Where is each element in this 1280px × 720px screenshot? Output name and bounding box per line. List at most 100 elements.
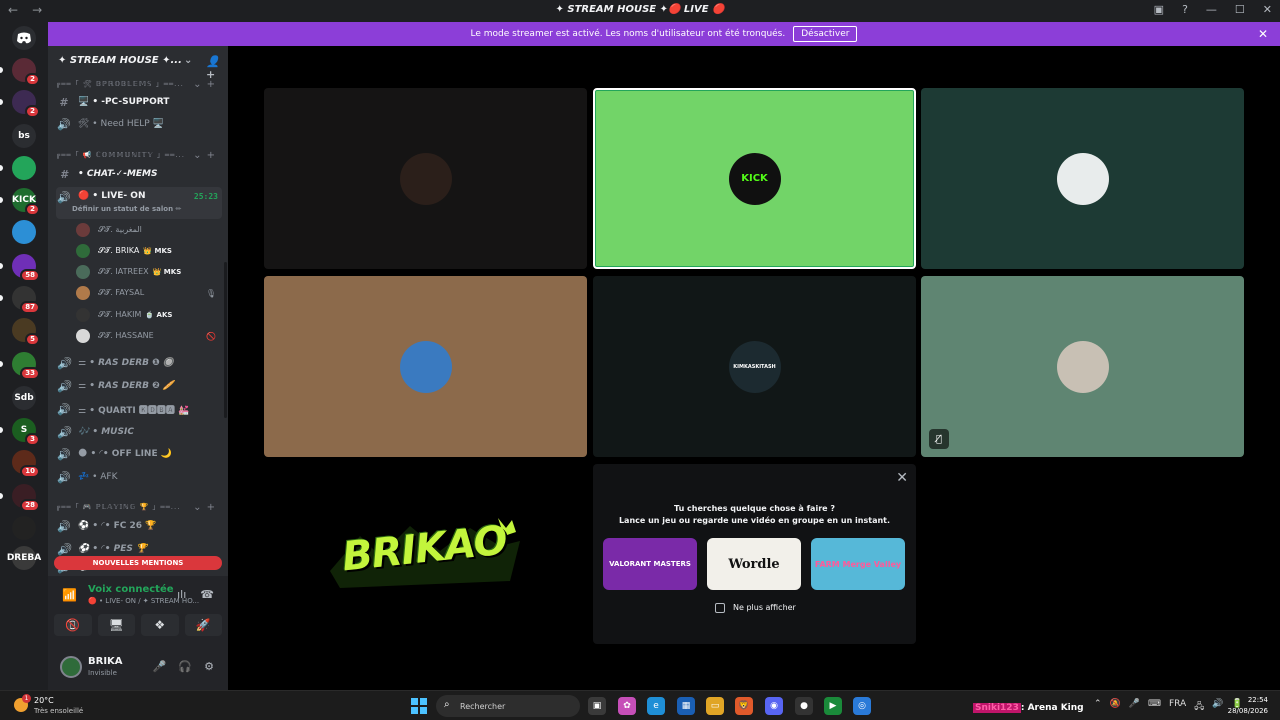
notifications-off-icon[interactable]: 🔕 xyxy=(1110,699,1121,715)
participant-tile[interactable]: KIMKASKITASH xyxy=(593,276,916,457)
participant-tile[interactable] xyxy=(264,276,587,457)
help-icon[interactable]: ? xyxy=(1182,3,1188,16)
voice-channel-live-on[interactable]: 🔊 🔴 • LIVE- ON 25:23 Définir un statut de… xyxy=(56,187,222,219)
voice-connected-status[interactable]: Voix connectée xyxy=(88,584,174,595)
server-icon[interactable]: 58 xyxy=(12,254,40,282)
voice-user[interactable]: 𝓢𝓣. IATREEX 👑 MKS xyxy=(76,262,222,282)
server-icon[interactable]: Sdb xyxy=(12,386,36,410)
share-screen-button[interactable]: 🖥 xyxy=(97,614,135,636)
tray-overflow-icon[interactable]: ⌃ xyxy=(1094,699,1102,715)
taskbar-app-icon[interactable]: ▭ xyxy=(706,697,724,715)
set-channel-status-link[interactable]: Définir un statut de salon ✏ xyxy=(72,205,181,213)
participant-tile[interactable]: KICK xyxy=(593,88,916,269)
soundboard-button[interactable]: 🚀 xyxy=(184,614,222,636)
server-icon[interactable]: DREBA xyxy=(7,546,41,570)
server-icon[interactable]: 5 xyxy=(12,318,40,346)
taskbar-app-icon[interactable]: ▶ xyxy=(824,697,842,715)
participant-tile[interactable] xyxy=(921,88,1244,269)
server-icon[interactable] xyxy=(12,516,36,540)
language-indicator[interactable]: FRA xyxy=(1169,699,1186,715)
noise-suppression-icon[interactable]: ılı xyxy=(177,588,186,601)
keyboard-icon[interactable]: ⌨ xyxy=(1148,699,1161,715)
taskbar-app-icon[interactable]: 🦁 xyxy=(735,697,753,715)
voice-channel-need-help[interactable]: 🔊 🛠 • Need HELP 🖥️ xyxy=(56,114,222,134)
disconnect-icon[interactable]: ☎ xyxy=(200,588,214,601)
taskbar-app-icon[interactable]: ▣ xyxy=(588,697,606,715)
taskbar-app-icon[interactable]: e xyxy=(647,697,665,715)
voice-user[interactable]: 𝓢𝓣. BRIKA 👑 MKS xyxy=(76,241,222,261)
voice-channel-off-line[interactable]: 🔊 🌑 • ◜• OFF LINE 🌙 xyxy=(56,444,222,464)
volume-icon[interactable]: 🔊 xyxy=(1212,699,1223,715)
chevron-down-icon[interactable]: ⌄ xyxy=(184,55,192,66)
voice-channel-ras-derb-2[interactable]: 🔊 ⚌ • RAS DERB ❷ 🥖 xyxy=(56,376,222,396)
voice-channel-afk[interactable]: 🔊 💤 • AFK xyxy=(56,467,222,487)
voice-user[interactable]: 𝓢𝓣. HASSANE 🚫 xyxy=(76,326,222,346)
voice-user[interactable]: 𝓢𝓣. FAYSAL 🎙 xyxy=(76,283,222,303)
sidebar-scrollbar[interactable] xyxy=(224,262,227,418)
voice-channel-fc26[interactable]: 🔊 ⚽ • ◜• FC 26 🏆 xyxy=(56,516,222,536)
server-icon[interactable]: 2 xyxy=(12,90,40,118)
taskbar-clock[interactable]: 22:54 28/08/2026 xyxy=(1228,695,1268,717)
headphones-icon[interactable]: 🎧 xyxy=(178,660,192,673)
activity-card-valorant[interactable]: VALORANT MASTERS xyxy=(603,538,697,590)
category-problems[interactable]: ╔══「 🛠 𝔹ℙℝ𝕆𝔹𝕃𝔼𝕄𝕊 」══... ⌄ + xyxy=(56,74,222,94)
disable-streamer-mode-button[interactable]: Désactiver xyxy=(793,26,858,42)
discord-home-icon[interactable] xyxy=(12,26,36,50)
server-icon[interactable]: S3 xyxy=(12,418,40,446)
settings-gear-icon[interactable]: ⚙ xyxy=(204,660,214,673)
avatar[interactable] xyxy=(60,656,82,678)
category-playing[interactable]: ╔══「 🎮 ℙ𝕃𝔸𝕐𝕀ℕ𝔾 🏆 」══... ⌄ + xyxy=(56,497,222,517)
dont-show-again-checkbox[interactable] xyxy=(715,603,725,613)
new-mentions-button[interactable]: NOUVELLES MENTIONS xyxy=(54,556,222,570)
server-icon[interactable]: bs xyxy=(12,124,36,148)
add-channel-icon[interactable]: ⌄ + xyxy=(193,502,216,513)
channel-pc-support[interactable]: # 🖥️ • -PC-SUPPORT xyxy=(56,92,222,112)
server-icon[interactable]: KICK 2 xyxy=(12,188,40,216)
server-icon[interactable]: 87 xyxy=(12,286,40,314)
user-role-tag: 👑 MKS xyxy=(152,268,182,276)
camera-off-button[interactable]: 📵 xyxy=(54,614,92,636)
taskbar-app-icon[interactable]: ◎ xyxy=(853,697,871,715)
microphone-tray-icon[interactable]: 🎤 xyxy=(1129,699,1140,715)
minimize-button[interactable]: — xyxy=(1206,3,1217,16)
channel-chat-mems[interactable]: # • CHAT-✓-MEMS xyxy=(56,164,222,184)
windows-start-button[interactable] xyxy=(411,698,427,714)
microphone-icon[interactable]: 🎤 xyxy=(153,660,167,673)
taskbar-app-icon[interactable]: ◉ xyxy=(765,697,783,715)
taskbar-app-icon[interactable]: ✿ xyxy=(618,697,636,715)
inbox-icon[interactable]: ▣ xyxy=(1154,3,1164,16)
voice-channel-ras-derb-1[interactable]: 🔊 ⚌ • RAS DERB ❶ 🔘 xyxy=(56,353,222,373)
voice-user[interactable]: 𝓢𝓣. HAKIM 🍵 AKS xyxy=(76,305,222,325)
server-icon[interactable] xyxy=(12,156,36,180)
server-icon[interactable]: 28 xyxy=(12,484,40,512)
category-community[interactable]: ╔══「 📢 ℂ𝕆𝕄𝕄𝕌ℕ𝕀𝕋𝕐 」══... ⌄ + xyxy=(56,145,222,165)
close-window-button[interactable]: ✕ xyxy=(1263,3,1272,16)
participant-tile[interactable]: 🎙̸ xyxy=(921,276,1244,457)
network-icon[interactable]: 🖧 xyxy=(1194,699,1204,715)
close-icon[interactable]: ✕ xyxy=(896,470,908,486)
voice-channel-quarti[interactable]: 🔊 ⚌ • QUARTI 🅺🅳🅱🅰 💒 xyxy=(56,399,222,419)
banner-close-icon[interactable]: ✕ xyxy=(1258,27,1268,41)
avatar: KIMKASKITASH xyxy=(728,340,781,393)
server-icon[interactable]: 10 xyxy=(12,450,40,478)
taskbar-search[interactable]: ⌕ Rechercher xyxy=(436,695,580,717)
taskbar-app-icon[interactable]: ▦ xyxy=(677,697,695,715)
participant-tile[interactable] xyxy=(264,88,587,269)
voice-channel-music[interactable]: 🔊 🎶 • MUSIC xyxy=(56,422,222,442)
user-name[interactable]: BRIKA xyxy=(88,656,123,667)
add-channel-icon[interactable]: ⌄ + xyxy=(193,79,216,90)
voice-user[interactable]: 𝓢𝓣. المغربية xyxy=(76,220,222,240)
server-icon[interactable] xyxy=(12,220,36,244)
activities-button[interactable]: ❖ xyxy=(141,614,179,636)
activity-card-farm-merge[interactable]: FARM Merge Valley xyxy=(811,538,905,590)
add-channel-icon[interactable]: ⌄ + xyxy=(193,150,216,161)
signal-icon[interactable]: 📶 xyxy=(62,588,77,602)
dont-show-again-label[interactable]: Ne plus afficher xyxy=(733,603,796,612)
server-icon[interactable]: 2 xyxy=(12,58,40,86)
taskbar-app-icon[interactable]: ● xyxy=(795,697,813,715)
hash-icon: # xyxy=(59,95,69,109)
server-icon[interactable]: 33 xyxy=(12,352,40,380)
activity-card-wordle[interactable]: Wordle xyxy=(707,538,801,590)
server-label: bs xyxy=(18,131,30,141)
maximize-button[interactable]: ☐ xyxy=(1235,3,1245,16)
